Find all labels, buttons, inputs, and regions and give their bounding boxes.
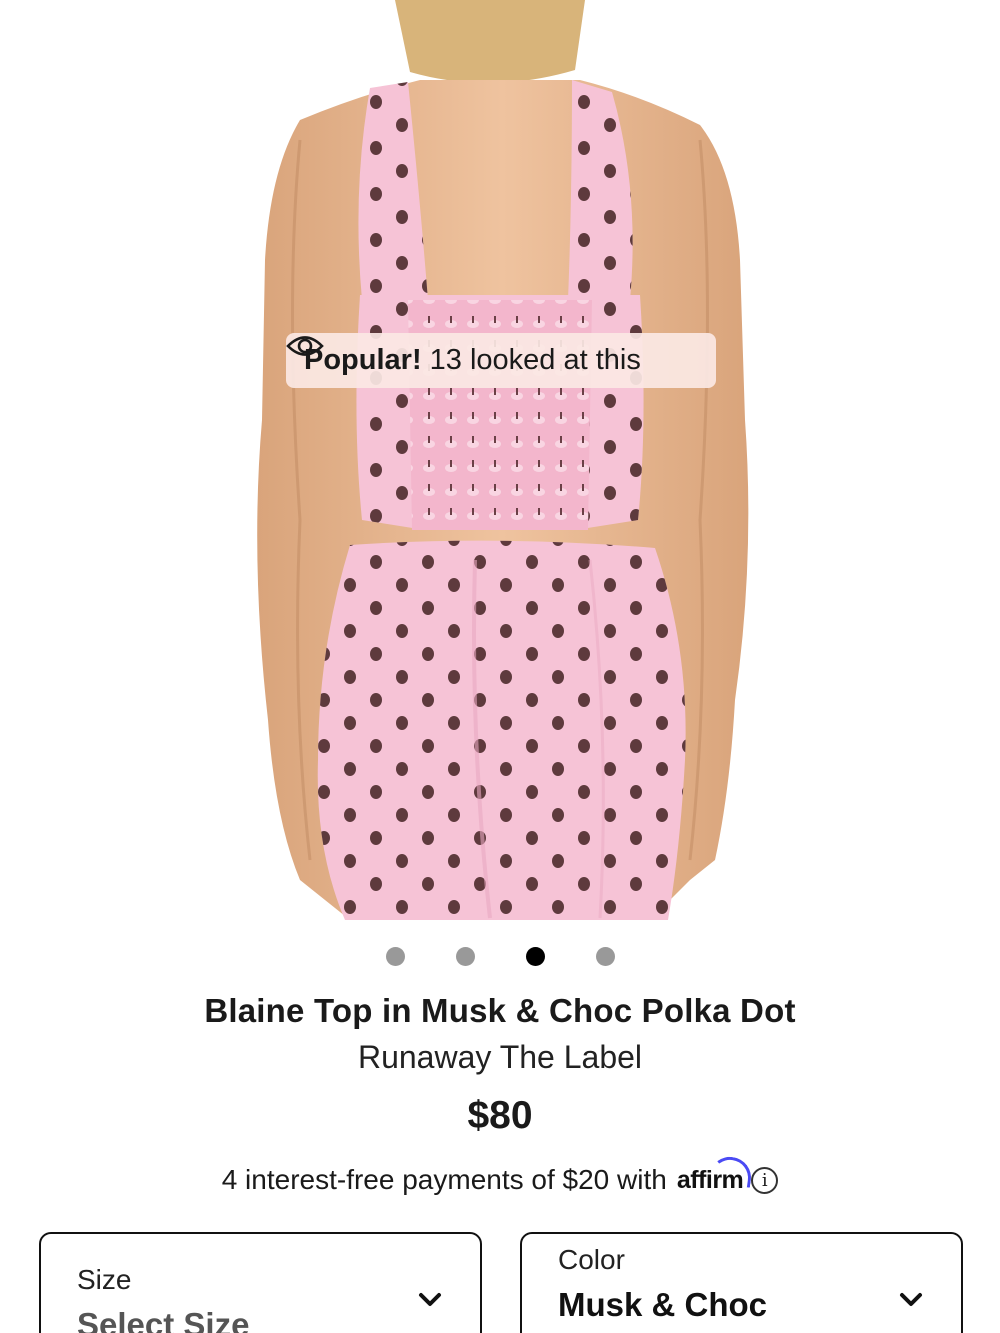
eye-icon [286, 336, 324, 356]
color-label: Color [558, 1244, 625, 1275]
product-brand[interactable]: Runaway The Label [0, 1039, 1000, 1076]
product-price: $80 [467, 1094, 533, 1137]
product-image[interactable]: Popular! 13 looked at this [0, 0, 1000, 925]
carousel-dot-4[interactable] [596, 947, 615, 966]
view-count-text: 13 looked at this [429, 344, 641, 376]
color-value: Musk & Choc [558, 1286, 768, 1323]
size-value: Select Size [77, 1306, 250, 1333]
info-icon[interactable]: i [751, 1166, 779, 1194]
carousel-indicators [0, 947, 1000, 967]
affirm-financing: 4 interest-free payments of $20 with aff… [0, 1153, 1000, 1196]
product-title: Blaine Top in Musk & Choc Polka Dot [204, 992, 796, 1029]
chevron-down-icon [419, 1293, 441, 1306]
color-selector[interactable]: Color Musk & Choc [520, 1232, 963, 1333]
affirm-arc-icon [708, 1153, 754, 1188]
size-label: Size [77, 1264, 132, 1295]
carousel-dot-2[interactable] [456, 947, 475, 966]
chevron-down-icon [900, 1293, 922, 1306]
popular-badge: Popular! 13 looked at this [286, 333, 716, 388]
carousel-dot-3-active[interactable] [526, 947, 545, 966]
affirm-logo: affirm [677, 1153, 754, 1195]
product-photo-illustration [257, 0, 749, 920]
carousel-dot-1[interactable] [386, 947, 405, 966]
affirm-text: 4 interest-free payments of $20 with [221, 1164, 667, 1195]
size-selector[interactable]: Size Select Size [39, 1232, 482, 1333]
